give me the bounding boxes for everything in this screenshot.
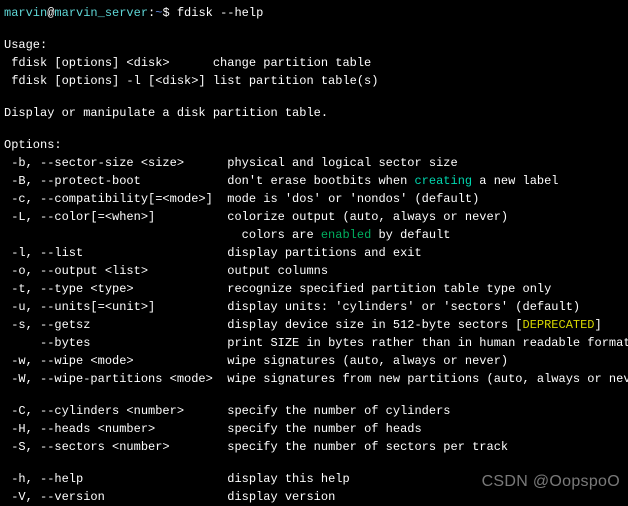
option-flag: -H, --heads <number> [4, 422, 227, 436]
option-type: -t, --type <type> recognize specified pa… [4, 280, 624, 298]
option-flag: -o, --output <list> [4, 264, 227, 278]
option-protect-boot: -B, --protect-boot don't erase bootbits … [4, 172, 624, 190]
option-bytes: --bytes print SIZE in bytes rather than … [4, 334, 624, 352]
usage-header: Usage: [4, 36, 624, 54]
prompt-dollar: $ [162, 6, 176, 20]
option-desc: display version [227, 490, 335, 504]
option-output: -o, --output <list> output columns [4, 262, 624, 280]
option-flag: -b, --sector-size <size> [4, 156, 227, 170]
option-desc: specify the number of cylinders [227, 404, 450, 418]
option-getsz: -s, --getsz display device size in 512-b… [4, 316, 624, 334]
option-flag: -V, --version [4, 490, 227, 504]
option-wipe-partitions: -W, --wipe-partitions <mode> wipe signat… [4, 370, 624, 388]
usage-line-1: fdisk [options] <disk> change partition … [4, 54, 624, 72]
option-desc: wipe signatures from new partitions (aut… [227, 372, 628, 386]
option-desc: colors are [242, 228, 321, 242]
option-desc: mode is 'dos' or 'nondos' (default) [227, 192, 479, 206]
option-desc: display partitions and exit [227, 246, 421, 260]
option-flag: -u, --units[=<unit>] [4, 300, 227, 314]
option-desc: ] [595, 318, 602, 332]
option-desc: specify the number of heads [227, 422, 421, 436]
option-flag: -W, --wipe-partitions <mode> [4, 372, 227, 386]
option-flag: -l, --list [4, 246, 227, 260]
option-color: -L, --color[=<when>] colorize output (au… [4, 208, 624, 226]
option-flag: -t, --type <type> [4, 282, 227, 296]
option-wipe: -w, --wipe <mode> wipe signatures (auto,… [4, 352, 624, 370]
highlight-enabled: enabled [321, 228, 371, 242]
prompt-user: marvin [4, 6, 47, 20]
option-flag: -C, --cylinders <number> [4, 404, 227, 418]
option-desc: print SIZE in bytes rather than in human… [227, 336, 628, 350]
option-sector-size: -b, --sector-size <size> physical and lo… [4, 154, 624, 172]
option-flag: -B, --protect-boot [4, 174, 227, 188]
option-desc: physical and logical sector size [227, 156, 457, 170]
option-compatibility: -c, --compatibility[=<mode>] mode is 'do… [4, 190, 624, 208]
option-list: -l, --list display partitions and exit [4, 244, 624, 262]
prompt-host: marvin_server [54, 6, 148, 20]
option-flag: -c, --compatibility[=<mode>] [4, 192, 227, 206]
group-separator [4, 388, 624, 402]
option-flag: -S, --sectors <number> [4, 440, 227, 454]
option-desc: by default [371, 228, 450, 242]
usage-line-2: fdisk [options] -l [<disk>] list partiti… [4, 72, 624, 90]
option-flag: -w, --wipe <mode> [4, 354, 227, 368]
highlight-creating: creating [414, 174, 472, 188]
highlight-deprecated: DEPRECATED [523, 318, 595, 332]
option-desc: don't erase bootbits when [227, 174, 414, 188]
option-flag [4, 228, 242, 242]
option-flag: -s, --getsz [4, 318, 227, 332]
group-separator [4, 456, 624, 470]
terminal-prompt-line: marvin@marvin_server:~$ fdisk --help [4, 4, 624, 22]
option-desc: output columns [227, 264, 328, 278]
option-units: -u, --units[=<unit>] display units: 'cyl… [4, 298, 624, 316]
option-desc: display this help [227, 472, 349, 486]
option-desc: colorize output (auto, always or never) [227, 210, 508, 224]
description-line: Display or manipulate a disk partition t… [4, 104, 624, 122]
option-heads: -H, --heads <number> specify the number … [4, 420, 624, 438]
watermark-text: CSDN @OopspoO [482, 470, 620, 494]
option-flag: -h, --help [4, 472, 227, 486]
option-desc: display units: 'cylinders' or 'sectors' … [227, 300, 580, 314]
option-cylinders: -C, --cylinders <number> specify the num… [4, 402, 624, 420]
options-header: Options: [4, 136, 624, 154]
option-flag: -L, --color[=<when>] [4, 210, 227, 224]
option-desc: specify the number of sectors per track [227, 440, 508, 454]
option-desc: recognize specified partition table type… [227, 282, 551, 296]
option-desc: display device size in 512-byte sectors … [227, 318, 522, 332]
option-desc: wipe signatures (auto, always or never) [227, 354, 508, 368]
command-text[interactable]: fdisk --help [177, 6, 263, 20]
option-sectors: -S, --sectors <number> specify the numbe… [4, 438, 624, 456]
option-color-note: colors are enabled by default [4, 226, 624, 244]
option-desc: a new label [472, 174, 558, 188]
option-flag: --bytes [4, 336, 227, 350]
